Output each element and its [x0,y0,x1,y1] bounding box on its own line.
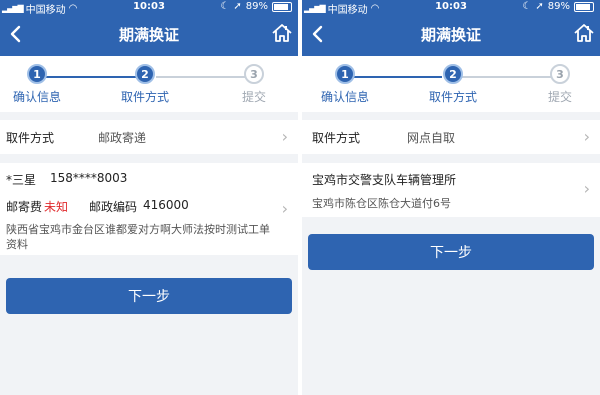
location-icon: ➚ [233,1,242,12]
top-bar: ▂▄▆▇ 中国移动 ◠ 10:03 ☾ ➚ 89% 期满换证 [302,0,600,56]
navbar: 期满换证 [302,16,600,52]
delivery-address: 陕西省宝鸡市金台区谁都爱对方啊大师法按时测试工单资料 [6,223,270,251]
next-step-button[interactable]: 下一步 [308,234,594,270]
postage-label: 邮寄费 [6,200,43,214]
postcode-value: 416000 [143,198,189,212]
step-number: 2 [443,64,463,84]
postage-value: 未知 [44,200,69,214]
step-number: 3 [244,64,264,84]
home-button[interactable] [572,21,596,45]
step-label: 提交 [547,90,572,104]
chevron-right-icon: › [281,127,288,146]
navbar: 期满换证 [0,16,298,52]
pickup-method-value: 邮政寄递 [98,131,147,145]
progress-steps: 1 确认信息 2 取件方式 3 提交 [302,56,600,112]
step-label: 取件方式 [120,90,169,104]
location-icon: ➚ [535,1,544,12]
next-step-button[interactable]: 下一步 [6,278,292,314]
step-2: 2 取件方式 [423,64,483,105]
battery-percent: 89% [547,1,570,12]
battery-percent: 89% [245,1,268,12]
top-bar: ▂▄▆▇ 中国移动 ◠ 10:03 ☾ ➚ 89% 期满换证 [0,0,298,56]
step-3: 3 提交 [530,64,590,105]
home-icon [574,24,594,42]
pickup-method-row[interactable]: 取件方式 网点自取 › [302,120,600,154]
status-right: ☾ ➚ 89% [522,1,594,12]
pickup-office-card[interactable]: 宝鸡市交警支队车辆管理所 宝鸡市陈仓区陈仓大道付6号 › [302,163,600,217]
step-label: 取件方式 [428,90,477,104]
step-number: 1 [27,64,47,84]
office-name: 宝鸡市交警支队车辆管理所 [312,173,457,187]
chevron-right-icon: › [281,199,288,218]
status-bar: ▂▄▆▇ 中国移动 ◠ 10:03 ☾ ➚ 89% [302,0,600,16]
moon-icon: ☾ [220,1,230,12]
pickup-method-value: 网点自取 [407,131,456,145]
recipient-phone: 158****8003 [50,171,128,185]
phone-screen-pickup: ▂▄▆▇ 中国移动 ◠ 10:03 ☾ ➚ 89% 期满换证 1 确认信息 2 … [302,0,600,395]
step-label: 确认信息 [12,90,61,104]
chevron-right-icon: › [583,179,590,198]
address-card[interactable]: *三星 158****8003 邮寄费 未知 邮政编码 416000 陕西省宝鸡… [0,163,298,255]
phone-screen-postal: ▂▄▆▇ 中国移动 ◠ 10:03 ☾ ➚ 89% 期满换证 1 确认信息 2 … [0,0,298,395]
step-3: 3 提交 [224,64,284,105]
step-2: 2 取件方式 [115,64,175,105]
step-number: 2 [135,64,155,84]
step-label: 确认信息 [320,90,369,104]
home-icon [272,24,292,42]
step-label: 提交 [241,90,266,104]
postcode-label: 邮政编码 [89,200,138,214]
step-1: 1 确认信息 [315,64,375,105]
status-bar: ▂▄▆▇ 中国移动 ◠ 10:03 ☾ ➚ 89% [0,0,298,16]
pickup-method-label: 取件方式 [6,131,55,145]
step-1: 1 确认信息 [7,64,67,105]
moon-icon: ☾ [522,1,532,12]
pickup-method-label: 取件方式 [312,131,361,145]
battery-icon [272,1,292,12]
pickup-method-row[interactable]: 取件方式 邮政寄递 › [0,120,298,154]
step-number: 3 [550,64,570,84]
office-address: 宝鸡市陈仓区陈仓大道付6号 [312,197,451,210]
step-number: 1 [335,64,355,84]
page-title: 期满换证 [118,26,179,44]
page-title: 期满换证 [420,26,481,44]
chevron-right-icon: › [583,127,590,146]
recipient-name: *三星 [6,173,37,187]
progress-steps: 1 确认信息 2 取件方式 3 提交 [0,56,298,112]
battery-icon [574,1,594,12]
home-button[interactable] [270,21,294,45]
status-right: ☾ ➚ 89% [220,1,292,12]
